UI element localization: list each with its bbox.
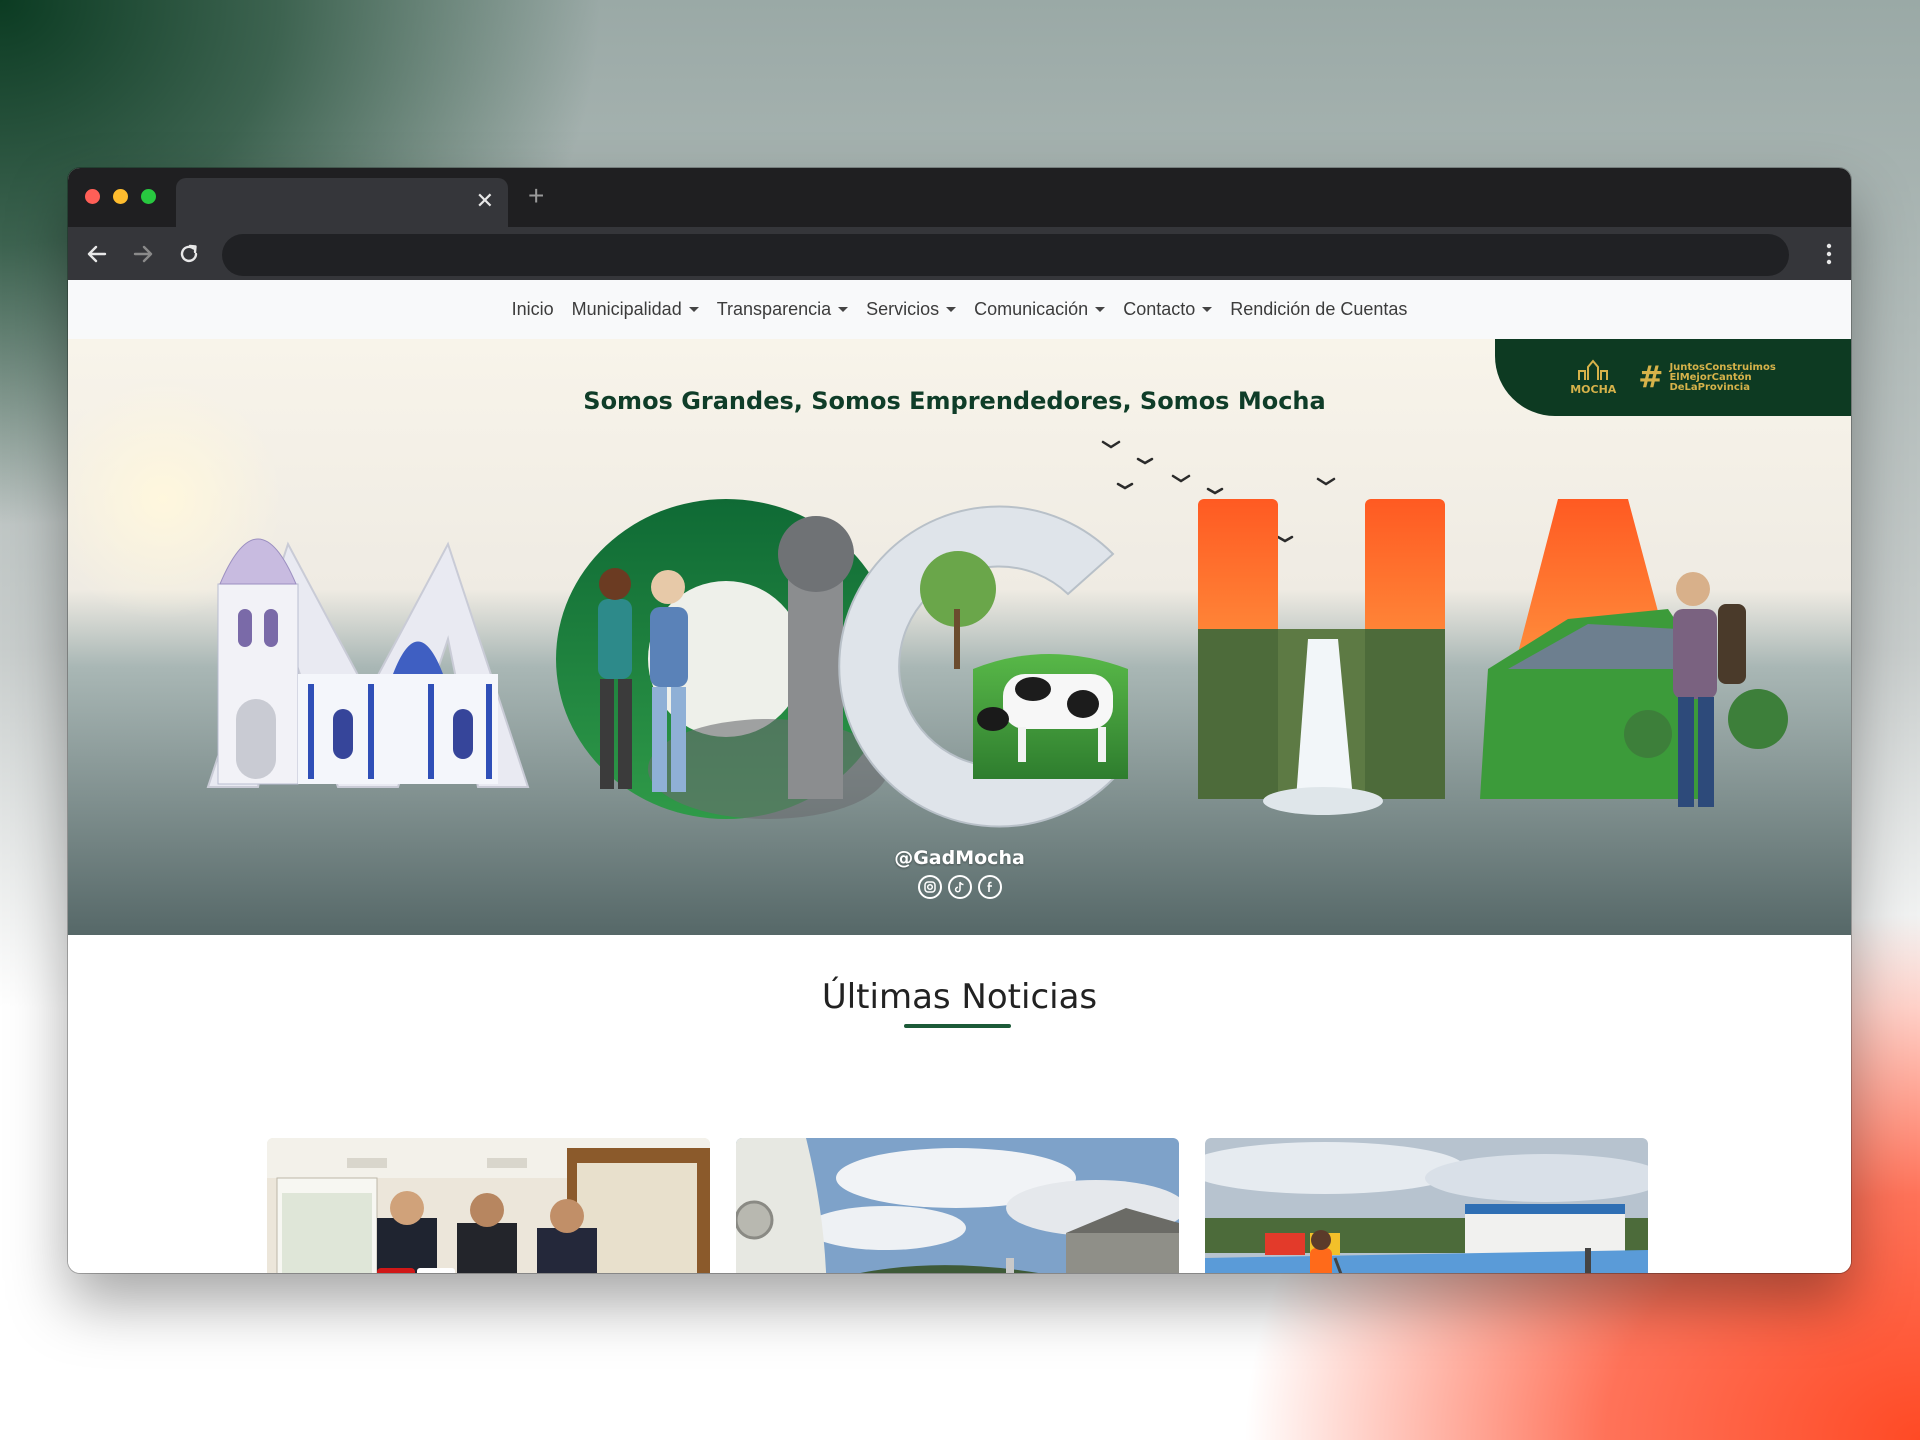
nav-item-contacto[interactable]: Contacto bbox=[1114, 299, 1221, 320]
nav-label: Transparencia bbox=[716, 299, 832, 319]
nav-label: Municipalidad bbox=[571, 299, 682, 319]
page-viewport: Inicio Municipalidad Transparencia Servi… bbox=[68, 280, 1851, 1273]
officials-signing-photo bbox=[267, 1138, 710, 1273]
nav-label: Rendición de Cuentas bbox=[1230, 299, 1408, 319]
social-handle: @GadMocha bbox=[894, 847, 1025, 869]
mocha-logo: MOCHA bbox=[1570, 359, 1616, 396]
nav-item-transparencia[interactable]: Transparencia bbox=[708, 299, 857, 320]
nav-label: Servicios bbox=[866, 299, 940, 319]
nav-label: Inicio bbox=[511, 299, 554, 319]
nav-item-comunicacion[interactable]: Comunicación bbox=[965, 299, 1114, 320]
news-heading: Últimas Noticias bbox=[821, 977, 1098, 1017]
campaign-hashtag: # JuntosConstruimos ElMejorCantón DeLaPr… bbox=[1638, 360, 1775, 395]
nav-item-municipalidad[interactable]: Municipalidad bbox=[563, 299, 708, 320]
address-bar[interactable] bbox=[222, 234, 1789, 276]
browser-toolbar bbox=[68, 227, 1851, 280]
browser-window: ✕ + Inicio Municipalidad Transparencia S… bbox=[68, 168, 1851, 1273]
news-card[interactable] bbox=[1205, 1138, 1648, 1273]
tab-close-icon[interactable]: ✕ bbox=[476, 189, 494, 213]
browser-tab[interactable]: ✕ bbox=[176, 178, 508, 227]
mocha-landscape-illustration bbox=[68, 339, 1851, 935]
caret-down-icon bbox=[1095, 307, 1106, 312]
facebook-icon[interactable] bbox=[977, 875, 1002, 899]
caret-down-icon bbox=[688, 307, 699, 312]
church-logo-icon bbox=[1578, 359, 1609, 380]
main-navigation: Inicio Municipalidad Transparencia Servi… bbox=[68, 280, 1851, 339]
nav-item-inicio[interactable]: Inicio bbox=[503, 299, 563, 320]
campaign-badge: MOCHA # JuntosConstruimos ElMejorCantón … bbox=[1495, 339, 1851, 416]
heading-underline bbox=[904, 1024, 1011, 1028]
forward-arrow-icon[interactable] bbox=[130, 241, 156, 267]
logo-text: MOCHA bbox=[1570, 383, 1617, 396]
reload-icon[interactable] bbox=[176, 241, 202, 267]
nav-label: Comunicación bbox=[974, 299, 1089, 319]
maximize-window-button[interactable] bbox=[141, 189, 156, 204]
kebab-menu-icon[interactable] bbox=[1825, 241, 1833, 267]
nav-item-servicios[interactable]: Servicios bbox=[857, 299, 965, 320]
hashtag-text: JuntosConstruimos ElMejorCantón DeLaProv… bbox=[1669, 361, 1776, 393]
caret-down-icon bbox=[946, 307, 957, 312]
nav-label: Contacto bbox=[1123, 299, 1196, 319]
hashtag-symbol: # bbox=[1638, 360, 1664, 395]
sports-court-photo bbox=[1205, 1138, 1648, 1273]
monument-landscape-photo bbox=[736, 1138, 1179, 1273]
nav-item-rendicion-de-cuentas[interactable]: Rendición de Cuentas bbox=[1221, 299, 1416, 320]
social-links bbox=[68, 875, 1851, 899]
close-window-button[interactable] bbox=[85, 189, 100, 204]
back-arrow-icon[interactable] bbox=[84, 241, 110, 267]
tab-bar: ✕ + bbox=[68, 168, 1851, 227]
new-tab-button[interactable]: + bbox=[528, 182, 544, 210]
minimize-window-button[interactable] bbox=[113, 189, 128, 204]
instagram-icon[interactable] bbox=[917, 875, 942, 899]
caret-down-icon bbox=[838, 307, 849, 312]
hero-banner[interactable]: Somos Grandes, Somos Emprendedores, Somo… bbox=[68, 339, 1851, 935]
news-card[interactable] bbox=[267, 1138, 710, 1273]
news-card[interactable] bbox=[736, 1138, 1179, 1273]
caret-down-icon bbox=[1202, 307, 1213, 312]
tiktok-icon[interactable] bbox=[947, 875, 972, 899]
